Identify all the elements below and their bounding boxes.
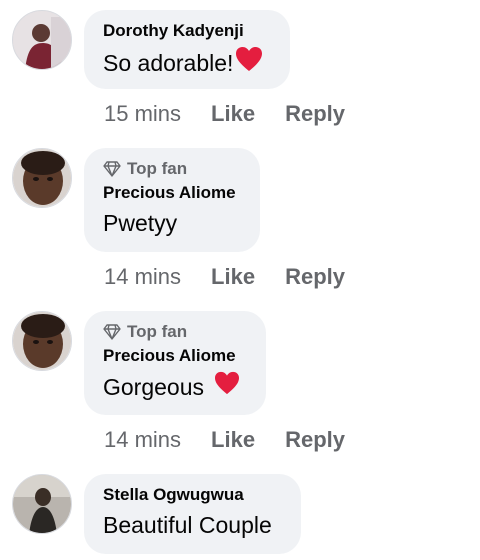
reply-button[interactable]: Reply	[285, 427, 345, 453]
comment-actions: 14 mins Like Reply	[104, 264, 345, 290]
comment-author[interactable]: Precious Aliome	[103, 345, 246, 367]
diamond-icon	[103, 161, 121, 177]
comment-bubble[interactable]: Stella Ogwugwua Beautiful Couple	[84, 474, 301, 554]
comment-time[interactable]: 15 mins	[104, 101, 181, 127]
like-button[interactable]: Like	[211, 101, 255, 127]
comment-time[interactable]: 14 mins	[104, 264, 181, 290]
reply-button[interactable]: Reply	[285, 264, 345, 290]
comment-text: Gorgeous	[103, 371, 246, 402]
comment-author[interactable]: Dorothy Kadyenji	[103, 20, 270, 42]
comment-bubble[interactable]: Top fan Precious Aliome Pwetyy	[84, 148, 260, 252]
comment-bubble[interactable]: Dorothy Kadyenji So adorable!	[84, 10, 290, 89]
reply-button[interactable]: Reply	[285, 101, 345, 127]
avatar[interactable]	[12, 311, 72, 371]
comment-actions: 14 mins Like Reply	[104, 427, 345, 453]
avatar[interactable]	[12, 148, 72, 208]
comment-time[interactable]: 14 mins	[104, 427, 181, 453]
comment-author[interactable]: Precious Aliome	[103, 182, 240, 204]
diamond-icon	[103, 324, 121, 340]
comment-actions: 15 mins Like Reply	[104, 101, 345, 127]
top-fan-label: Top fan	[127, 322, 188, 341]
comment-author[interactable]: Stella Ogwugwua	[103, 484, 281, 506]
top-fan-label: Top fan	[127, 159, 188, 178]
avatar[interactable]	[12, 10, 72, 70]
comment-text: So adorable!	[103, 46, 270, 79]
like-button[interactable]: Like	[211, 427, 255, 453]
top-fan-badge: Top fan	[103, 321, 246, 343]
comment-text: Beautiful Couple	[103, 512, 272, 538]
comment-text: Pwetyy	[103, 210, 178, 236]
comment-text-content: Gorgeous	[103, 373, 205, 400]
comment-bubble[interactable]: Top fan Precious Aliome Gorgeous	[84, 311, 266, 415]
comment-text-content: So adorable!	[103, 49, 234, 76]
heart-emoji-icon	[235, 46, 263, 79]
like-button[interactable]: Like	[211, 264, 255, 290]
avatar[interactable]	[12, 474, 72, 534]
heart-emoji-icon	[214, 371, 240, 402]
top-fan-badge: Top fan	[103, 158, 240, 180]
